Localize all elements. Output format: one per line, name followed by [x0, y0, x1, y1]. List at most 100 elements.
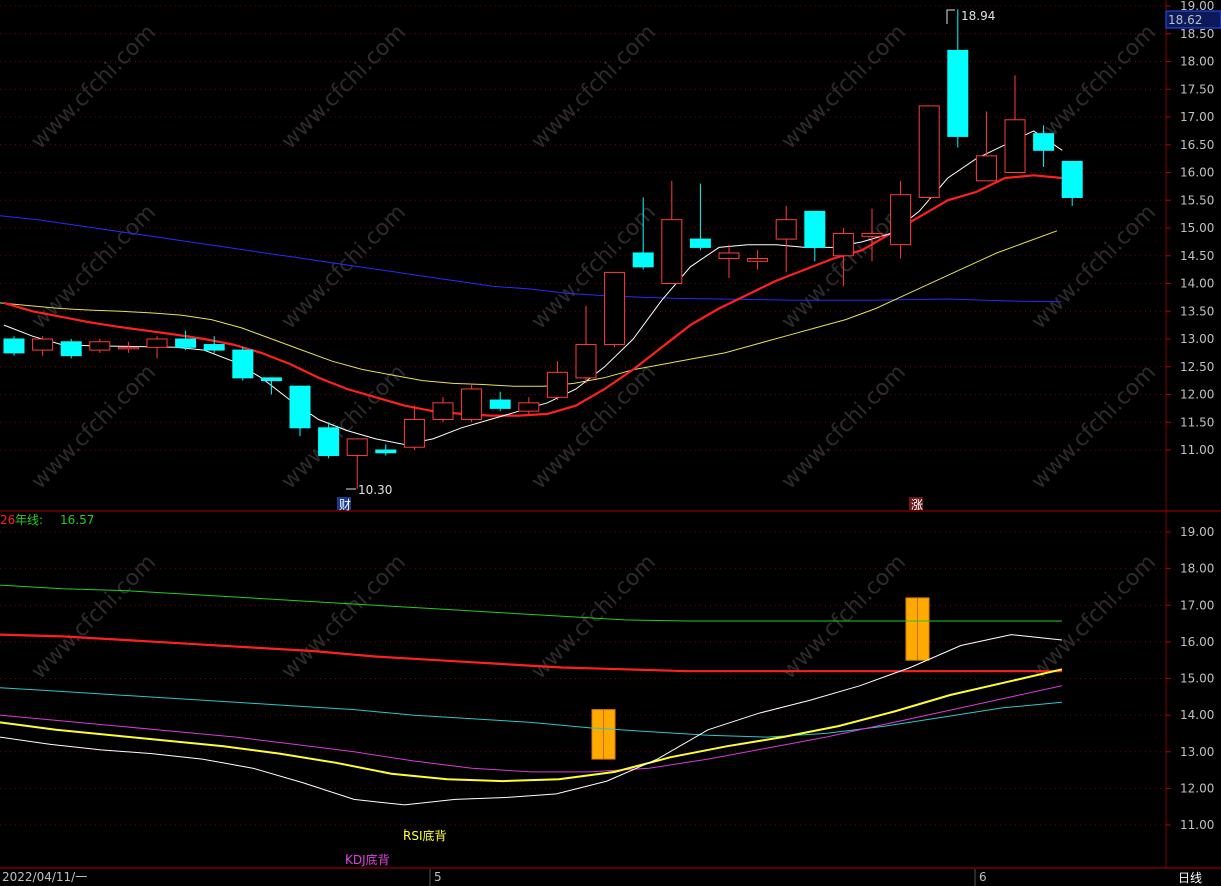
candle — [489, 391, 511, 412]
watermark-text: www.cfchi.com — [277, 20, 411, 154]
candle — [3, 336, 25, 356]
marker-cai-label: 财 — [339, 498, 351, 512]
axis-tick-label: 15.00 — [1180, 672, 1214, 686]
candle — [232, 347, 254, 381]
indicator-line — [0, 685, 1063, 773]
axis-tick-label: 12.50 — [1180, 360, 1214, 374]
candle-body — [1004, 119, 1026, 173]
marker-zhang[interactable]: 涨 — [909, 497, 923, 512]
candle-body — [775, 219, 797, 240]
watermark-text: www.cfchi.com — [777, 550, 911, 684]
axis-tick-label: 16.00 — [1180, 166, 1214, 180]
axis-tick-label: 13.00 — [1180, 745, 1214, 759]
candle-body — [661, 219, 683, 285]
watermark-text: www.cfchi.com — [277, 550, 411, 684]
candle-body — [575, 344, 597, 379]
axis-tick-label: 12.00 — [1180, 781, 1214, 795]
candle-body — [632, 252, 654, 268]
candle — [117, 341, 139, 353]
candle-body — [718, 252, 740, 260]
time-axis: 2022/04/11/一 5 6 日线 — [0, 869, 1202, 886]
candle-body — [1061, 160, 1083, 198]
candle-body — [175, 338, 197, 348]
watermark-text: www.cfchi.com — [27, 550, 161, 684]
candle — [1061, 160, 1083, 206]
candle — [375, 444, 397, 456]
low-annotation: 10.30 — [346, 483, 392, 497]
candle — [718, 244, 740, 278]
axis-tick-label: 18.00 — [1180, 562, 1214, 576]
watermark-text: www.cfchi.com — [27, 360, 161, 494]
watermark-text: www.cfchi.com — [27, 20, 161, 154]
candle — [89, 339, 111, 353]
axis-tick-label: 17.00 — [1180, 110, 1214, 124]
axis-tick-label: 14.00 — [1180, 708, 1214, 722]
watermark-text: www.cfchi.com — [277, 200, 411, 334]
period-tab[interactable]: 日线 — [1178, 871, 1202, 885]
top-price-axis: 19.0018.5018.0017.5017.0016.5016.0015.50… — [1166, 0, 1214, 457]
axis-tick-label: 16.50 — [1180, 138, 1214, 152]
axis-tick-label: 15.50 — [1180, 193, 1214, 207]
marker-zhang-label: 涨 — [911, 497, 923, 512]
month-5-label: 5 — [434, 870, 442, 884]
candle-body — [804, 210, 826, 248]
candle-body — [975, 155, 997, 182]
candle — [32, 336, 54, 356]
axis-tick-label: 19.00 — [1180, 525, 1214, 539]
candle-body — [403, 418, 425, 448]
month-6-label: 6 — [979, 870, 987, 884]
watermark-text: www.cfchi.com — [1027, 550, 1161, 684]
candle — [747, 250, 769, 270]
candle — [689, 183, 711, 251]
candle-body — [32, 338, 54, 351]
stock-chart: www.cfchi.com www.cfchi.com www.cfchi.com w… — [0, 0, 1221, 886]
candle-body — [890, 194, 912, 246]
indicator-line — [0, 584, 1062, 622]
candle-body — [489, 399, 511, 409]
candle-body — [346, 438, 368, 457]
candle-body — [89, 341, 111, 351]
candle-body — [60, 341, 82, 357]
candle — [975, 111, 997, 182]
candle-body — [861, 233, 883, 237]
axis-tick-label: 11.00 — [1180, 818, 1214, 832]
axis-tick-label: 17.00 — [1180, 598, 1214, 612]
candle-body — [203, 344, 225, 351]
candle-body — [461, 388, 483, 420]
watermark-text: www.cfchi.com — [1027, 200, 1161, 334]
candle — [518, 397, 540, 414]
watermark-text: www.cfchi.com — [777, 360, 911, 494]
candle — [918, 105, 940, 201]
marker-cai[interactable]: 财 — [337, 497, 351, 512]
candle — [947, 9, 969, 148]
candle — [403, 405, 425, 450]
candle — [661, 180, 683, 285]
high-annotation: 18.94 — [946, 9, 995, 24]
axis-tick-label: 18.00 — [1180, 55, 1214, 69]
candle — [175, 330, 197, 351]
candle-body — [375, 449, 397, 454]
kdj-signal-label: KDJ底背 — [345, 852, 390, 867]
candle-body — [117, 346, 139, 350]
bottom-indicator-lines — [0, 584, 1063, 806]
axis-tick-label: 15.00 — [1180, 221, 1214, 235]
candle-body — [146, 338, 168, 348]
current-price: 18.62 — [1168, 13, 1202, 27]
candle — [890, 180, 912, 259]
legend-label: 年线: — [15, 513, 43, 527]
candle-body — [689, 238, 711, 248]
kdj-signal: KDJ底背 — [345, 852, 390, 867]
watermark-text: www.cfchi.com — [527, 20, 661, 154]
axis-tick-label: 12.00 — [1180, 388, 1214, 402]
bottom-grid — [0, 531, 1166, 826]
candle-body — [232, 349, 254, 379]
candle-body — [832, 233, 854, 257]
candle-body — [747, 258, 769, 262]
candle — [604, 271, 626, 348]
axis-tick-label: 14.00 — [1180, 277, 1214, 291]
axis-tick-label: 16.00 — [1180, 635, 1214, 649]
legend-prefix: 26 — [0, 513, 15, 527]
candle-body — [1033, 133, 1055, 151]
candle — [432, 397, 454, 423]
high-label: 18.94 — [961, 9, 995, 23]
